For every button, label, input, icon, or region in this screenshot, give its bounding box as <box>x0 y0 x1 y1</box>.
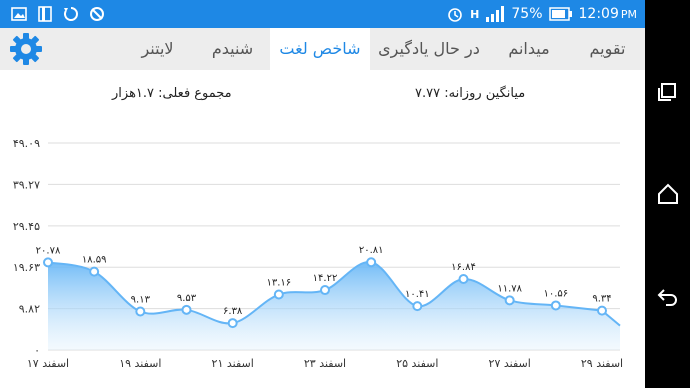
data-label: ۱۰.۵۶ <box>543 288 568 299</box>
y-tick-label: ۴۹.۰۹ <box>13 137 40 150</box>
data-label: ۹.۵۳ <box>177 293 197 304</box>
y-tick-label: ۲۹.۴۵ <box>13 220 40 233</box>
home-icon[interactable] <box>656 182 680 206</box>
recent-apps-icon[interactable] <box>656 80 680 104</box>
sync-off-icon <box>90 7 104 21</box>
battery-percent: 75% <box>511 6 543 22</box>
data-label: ۱۳.۱۶ <box>266 278 291 289</box>
data-label: ۲۰.۷۸ <box>36 245 61 256</box>
clock-ampm: PM <box>620 8 637 21</box>
tab-calendar[interactable]: تقویم <box>570 28 645 70</box>
tab-word-index[interactable]: شاخص لغت <box>270 28 370 70</box>
clock-time: 12:09 <box>578 6 619 22</box>
data-point <box>89 266 100 277</box>
data-label: ۹.۱۳ <box>131 295 151 306</box>
y-tick-label: ۱۹.۶۳ <box>13 261 40 274</box>
data-label: ۹.۳۴ <box>592 294 611 305</box>
data-label: ۶.۳۸ <box>223 306 243 317</box>
data-point <box>504 295 515 306</box>
clock: 12:09 PM <box>579 6 637 22</box>
data-label: ۱۰.۴۱ <box>405 289 430 300</box>
data-point <box>43 257 53 268</box>
data-point <box>597 305 607 316</box>
x-axis-labels: ۱۷ اسفند ۱۹ اسفند ۲۱ اسفند ۲۳ اسفند ۲۵ اسفند… <box>27 357 623 370</box>
word-index-panel: میانگین روزانه: ۷.۷۷ مجموع فعلی: ۱.۷هزار… <box>0 70 645 388</box>
sync-icon <box>64 7 78 21</box>
tab-heard[interactable]: شنیدم <box>195 28 270 70</box>
tab-bar: تقویم میدانم در حال یادگیری شاخص لغت شنی… <box>0 28 645 70</box>
signal-icon <box>486 6 505 22</box>
data-point <box>320 285 330 296</box>
data-point <box>366 257 377 268</box>
data-label: ۲۰.۸۱ <box>359 245 384 256</box>
data-point <box>273 289 284 300</box>
word-index-chart: ۰ ۹.۸۲ ۱۹.۶۳ ۲۹.۴۵ ۳۹.۲۷ ۴۹.۰۹ ۱۷ اسفند ۱۹ اسف… <box>13 137 623 370</box>
alarm-icon <box>448 8 462 22</box>
data-point <box>227 318 238 329</box>
x-tick-label: ۱۹ اسفند <box>119 357 161 370</box>
y-tick-label: ۰ <box>34 344 40 357</box>
x-tick-label: ۲۷ اسفند <box>489 357 531 370</box>
data-point <box>458 273 469 284</box>
back-icon[interactable] <box>656 284 680 308</box>
y-tick-label: ۹.۸۲ <box>19 303 40 316</box>
data-point <box>181 304 192 315</box>
sim-icon <box>38 6 52 22</box>
photo-icon <box>11 7 27 21</box>
gear-icon[interactable] <box>8 31 44 67</box>
tab-known[interactable]: میدانم <box>488 28 570 70</box>
x-tick-label: ۲۱ اسفند <box>212 357 254 370</box>
navigation-bar <box>645 0 690 388</box>
data-label: ۱۱.۷۸ <box>497 283 522 294</box>
tab-leitner[interactable]: لایتنر <box>120 28 195 70</box>
data-point <box>550 300 561 311</box>
data-label: ۱۴.۲۲ <box>313 273 338 284</box>
tab-learning[interactable]: در حال یادگیری <box>370 28 488 70</box>
y-tick-label: ۳۹.۲۷ <box>13 178 40 191</box>
x-tick-label: ۲۵ اسفند <box>396 357 438 370</box>
data-label: ۱۶.۸۴ <box>451 262 476 273</box>
x-tick-label: ۲۹ اسفند <box>581 357 623 370</box>
x-tick-label: ۱۷ اسفند <box>27 357 69 370</box>
data-point <box>135 306 146 317</box>
battery-icon <box>548 7 572 21</box>
x-tick-label: ۲۳ اسفند <box>304 357 346 370</box>
data-point <box>412 301 423 312</box>
status-bar: H 75% 12:09 PM <box>0 0 645 28</box>
network-type-label: H <box>470 7 480 21</box>
data-label: ۱۸.۵۹ <box>82 255 107 266</box>
